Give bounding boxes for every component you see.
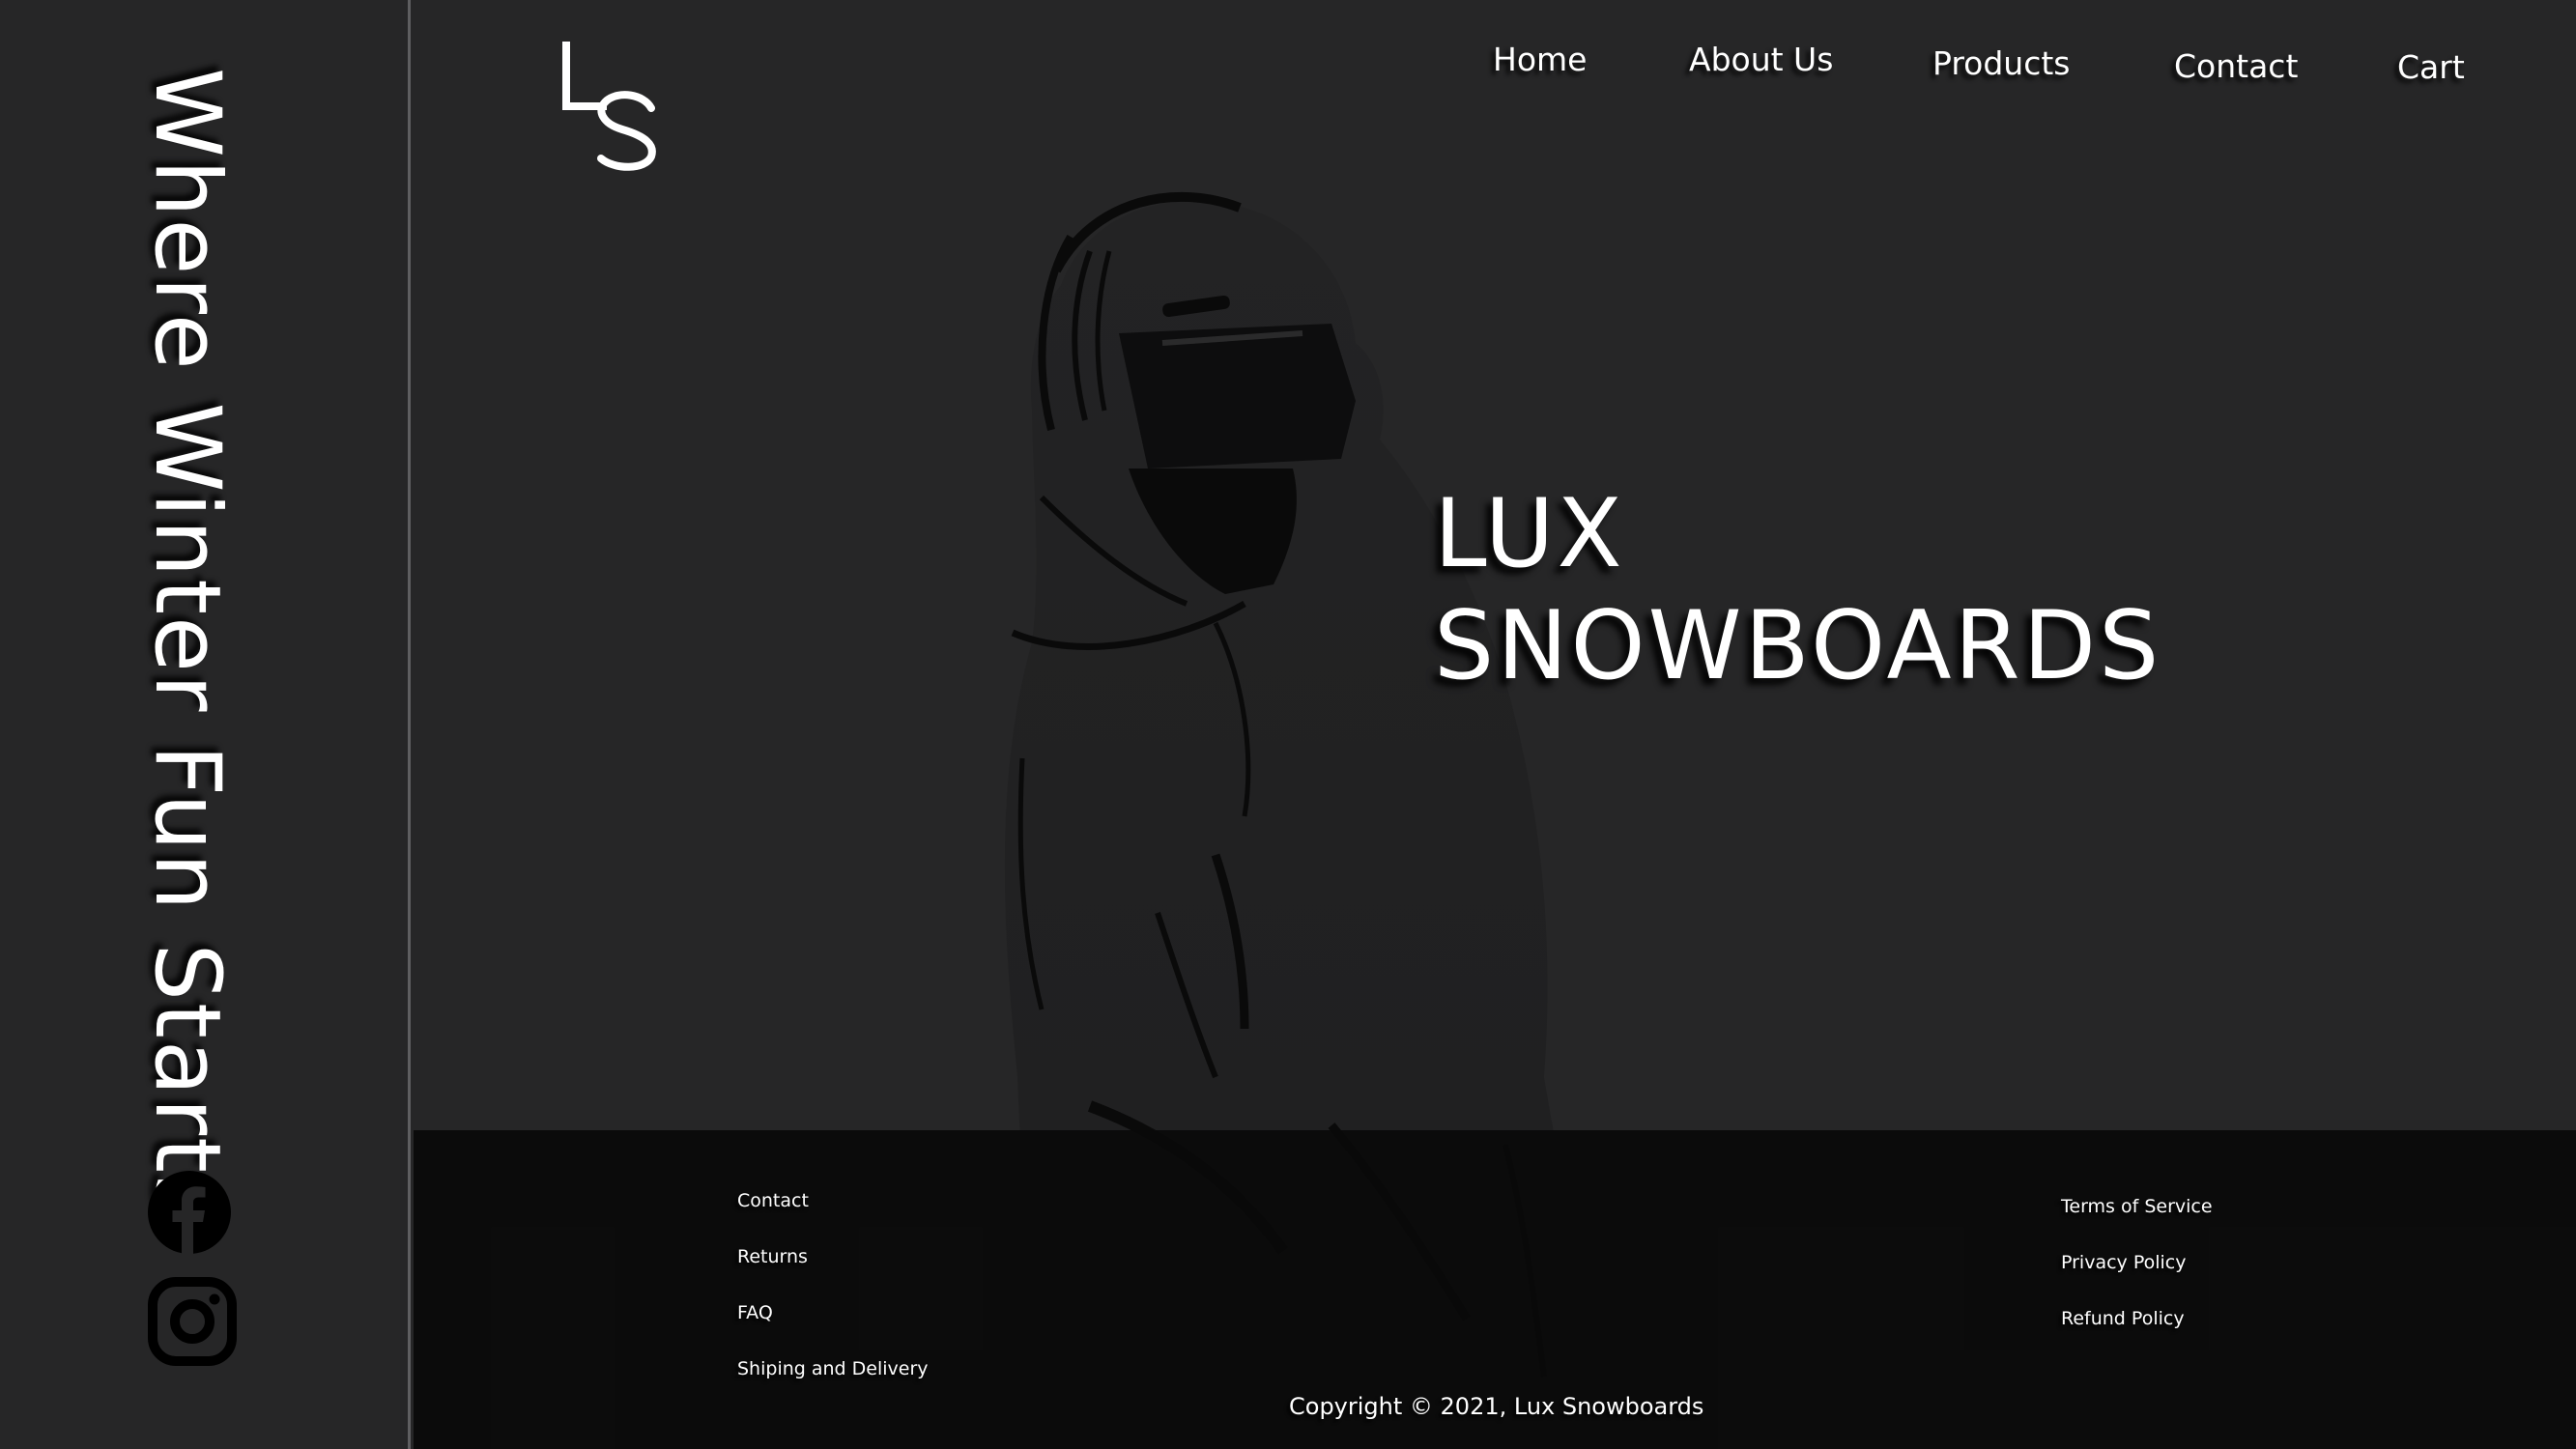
- footer-link-refund[interactable]: Refund Policy: [2061, 1308, 2185, 1329]
- nav-products[interactable]: Products: [1932, 44, 2071, 82]
- footer-link-privacy[interactable]: Privacy Policy: [2061, 1252, 2186, 1273]
- copyright-text: Copyright © 2021, Lux Snowboards: [1289, 1393, 1704, 1420]
- page: Where Winter Fun Starts Home About Us Pr…: [0, 0, 2576, 1449]
- instagram-link[interactable]: [148, 1277, 237, 1366]
- nav-home[interactable]: Home: [1493, 41, 1587, 78]
- hero-title-line1: LUX: [1434, 479, 1625, 589]
- hero-title-line2: SNOWBOARDS: [1434, 591, 2162, 701]
- sidebar-tagline: Where Winter Fun Starts: [134, 68, 240, 1224]
- sidebar: Where Winter Fun Starts: [0, 0, 411, 1449]
- footer-link-shipping[interactable]: Shiping and Delivery: [737, 1358, 929, 1379]
- top-nav: Home About Us Products Contact Cart: [414, 0, 2576, 116]
- nav-about-us[interactable]: About Us: [1689, 41, 1833, 78]
- footer-link-returns[interactable]: Returns: [737, 1246, 808, 1267]
- footer: Contact Returns FAQ Shiping and Delivery…: [414, 1130, 2576, 1449]
- facebook-link[interactable]: [148, 1171, 231, 1254]
- main-content: Home About Us Products Contact Cart LUX …: [414, 0, 2576, 1449]
- footer-link-contact[interactable]: Contact: [737, 1190, 809, 1211]
- nav-contact[interactable]: Contact: [2174, 47, 2298, 85]
- footer-link-faq[interactable]: FAQ: [737, 1302, 773, 1323]
- footer-link-terms[interactable]: Terms of Service: [2061, 1196, 2213, 1217]
- hero-title: LUX SNOWBOARDS: [1434, 478, 2161, 702]
- facebook-icon: [148, 1171, 231, 1254]
- instagram-icon: [148, 1277, 237, 1366]
- nav-cart[interactable]: Cart: [2397, 48, 2465, 86]
